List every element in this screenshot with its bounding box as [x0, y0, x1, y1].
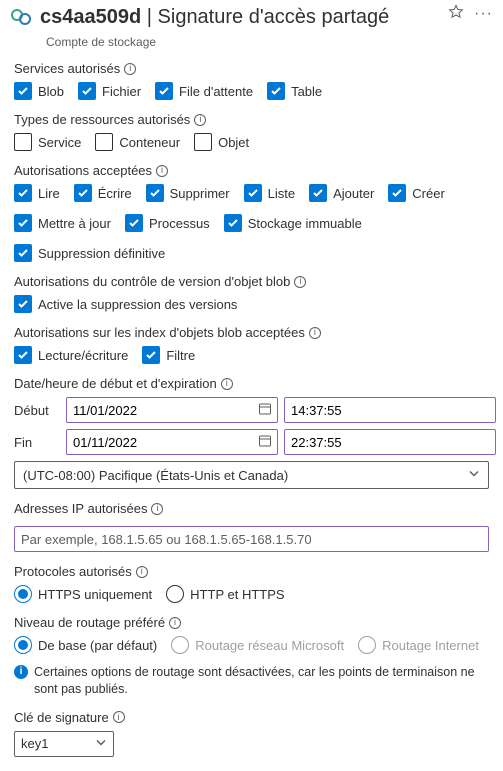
- info-icon[interactable]: i: [113, 711, 125, 723]
- section-versioning: Autorisations du contrôle de version d'o…: [14, 274, 489, 313]
- checkbox-create[interactable]: Créer: [388, 184, 445, 202]
- checkbox-service[interactable]: Service: [14, 133, 81, 151]
- section-ip: Adresses IP autorisées i: [14, 501, 489, 552]
- info-icon[interactable]: i: [156, 165, 168, 177]
- checkbox-index-rw[interactable]: Lecture/écriture: [14, 346, 128, 364]
- checkbox-add[interactable]: Ajouter: [309, 184, 374, 202]
- radio-routing-internet: Routage Internet: [358, 636, 479, 654]
- start-date-input[interactable]: [66, 397, 278, 423]
- timezone-select[interactable]: (UTC-08:00) Pacifique (États-Unis et Can…: [14, 461, 489, 489]
- more-icon[interactable]: ···: [474, 5, 493, 23]
- protocols-label: Protocoles autorisés: [14, 564, 132, 579]
- checkbox-delete[interactable]: Supprimer: [146, 184, 230, 202]
- checkbox-permdelete[interactable]: Suppression définitive: [14, 244, 165, 262]
- chevron-down-icon: [95, 736, 107, 751]
- start-time-input[interactable]: [284, 397, 496, 423]
- info-solid-icon: i: [14, 665, 28, 679]
- section-protocols: Protocoles autorisés i HTTPS uniquement H…: [14, 564, 489, 603]
- favorite-icon[interactable]: [448, 4, 464, 23]
- radio-https-only[interactable]: HTTPS uniquement: [14, 585, 152, 603]
- checkbox-table[interactable]: Table: [267, 82, 322, 100]
- info-icon[interactable]: i: [221, 378, 233, 390]
- radio-routing-microsoft: Routage réseau Microsoft: [171, 636, 344, 654]
- end-date-input[interactable]: [66, 429, 278, 455]
- info-icon[interactable]: i: [136, 566, 148, 578]
- datetime-label: Date/heure de début et d'expiration: [14, 376, 217, 391]
- end-time-input[interactable]: [284, 429, 496, 455]
- checkbox-immutable[interactable]: Stockage immuable: [224, 214, 362, 232]
- section-routing: Niveau de routage préféré i De base (par …: [14, 615, 489, 698]
- storage-account-icon: [10, 6, 32, 31]
- section-resource-types: Types de ressources autorisés i Service C…: [14, 112, 489, 151]
- checkbox-update[interactable]: Mettre à jour: [14, 214, 111, 232]
- info-icon[interactable]: i: [194, 114, 206, 126]
- services-label: Services autorisés: [14, 61, 120, 76]
- routing-note: i Certaines options de routage sont désa…: [14, 664, 489, 698]
- page-title: cs4aa509d | Signature d'accès partagé: [40, 4, 440, 30]
- info-icon[interactable]: i: [294, 276, 306, 288]
- ip-label: Adresses IP autorisées: [14, 501, 147, 516]
- section-services: Services autorisés i Blob Fichier File d'…: [14, 61, 489, 100]
- start-label: Début: [14, 403, 60, 418]
- checkbox-queue[interactable]: File d'attente: [155, 82, 253, 100]
- section-signing-key: Clé de signaturei key1: [14, 710, 489, 757]
- section-datetime: Date/heure de début et d'expiration i Déb…: [14, 376, 489, 489]
- ip-input[interactable]: [14, 526, 489, 552]
- info-icon[interactable]: i: [309, 327, 321, 339]
- checkbox-list[interactable]: Liste: [244, 184, 295, 202]
- checkbox-container[interactable]: Conteneur: [95, 133, 180, 151]
- chevron-down-icon: [468, 468, 480, 483]
- index-label: Autorisations sur les index d'objets blo…: [14, 325, 305, 340]
- radio-http-https[interactable]: HTTP et HTTPS: [166, 585, 284, 603]
- info-icon[interactable]: i: [124, 63, 136, 75]
- checkbox-enable-version-delete[interactable]: Active la suppression des versions: [14, 295, 237, 313]
- checkbox-index-filter[interactable]: Filtre: [142, 346, 195, 364]
- info-icon[interactable]: i: [151, 503, 163, 515]
- permissions-label: Autorisations acceptées: [14, 163, 152, 178]
- checkbox-write[interactable]: Écrire: [74, 184, 132, 202]
- resource-types-label: Types de ressources autorisés: [14, 112, 190, 127]
- checkbox-object[interactable]: Objet: [194, 133, 249, 151]
- section-blob-index: Autorisations sur les index d'objets blo…: [14, 325, 489, 364]
- info-icon[interactable]: i: [169, 617, 181, 629]
- checkbox-file[interactable]: Fichier: [78, 82, 141, 100]
- versioning-label: Autorisations du contrôle de version d'o…: [14, 274, 290, 289]
- signing-key-select[interactable]: key1: [14, 731, 114, 757]
- checkbox-process[interactable]: Processus: [125, 214, 210, 232]
- routing-label: Niveau de routage préféré: [14, 615, 165, 630]
- section-permissions: Autorisations acceptées i Lire Écrire Sup…: [14, 163, 489, 262]
- radio-routing-basic[interactable]: De base (par défaut): [14, 636, 157, 654]
- checkbox-read[interactable]: Lire: [14, 184, 60, 202]
- page-subtitle: Compte de stockage: [46, 35, 503, 49]
- end-label: Fin: [14, 435, 60, 450]
- checkbox-blob[interactable]: Blob: [14, 82, 64, 100]
